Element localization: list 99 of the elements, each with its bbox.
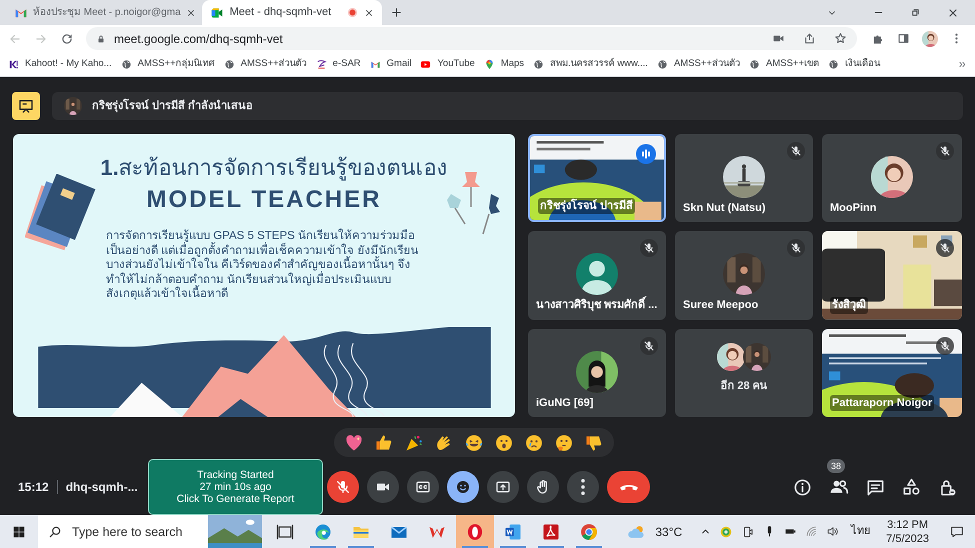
tray-app-icon[interactable]	[719, 524, 734, 538]
mic-off-button[interactable]	[327, 471, 359, 503]
play-icon	[420, 58, 432, 70]
present-screen-icon	[495, 479, 511, 495]
participant-name: นางสาวศิริบุช พรมศักดิ์ ...	[536, 297, 658, 314]
address-bar[interactable]: meet.google.com/dhq-sqmh-vet	[86, 27, 857, 50]
globe-icon	[828, 58, 840, 70]
more-bookmarks-icon[interactable]	[958, 60, 967, 68]
share-icon[interactable]	[803, 32, 816, 45]
thumbs-up-icon[interactable]	[374, 432, 394, 452]
globe-icon	[120, 58, 132, 70]
close-icon[interactable]	[947, 6, 959, 18]
presenter-text: กริชรุ่งโรจน์ ปารมีสี กำลังนำเสนอ	[92, 98, 254, 114]
reactions-button[interactable]	[447, 471, 479, 503]
search-icon	[48, 524, 62, 538]
chat-icon[interactable]	[866, 478, 885, 496]
globe-icon	[656, 58, 668, 70]
document-icon	[541, 522, 561, 542]
captions-icon	[415, 479, 431, 495]
bookmark[interactable]: AMSS++ส่วนตัว	[224, 56, 307, 72]
bookmark[interactable]: Maps	[484, 56, 524, 72]
close-icon[interactable]	[186, 8, 196, 18]
tracking-report-button[interactable]: Tracking Started 27 min 10s ago Click To Generate Report	[148, 459, 323, 515]
participant-name: Skn Nut (Natsu)	[683, 200, 766, 216]
meeting-code: dhq-sqmh-...	[66, 479, 138, 496]
more-icon	[581, 479, 585, 495]
document-icon	[503, 522, 523, 542]
presenting-icon[interactable]	[12, 92, 40, 120]
bookmark[interactable]: e-SAR	[316, 56, 361, 72]
shapes-icon[interactable]	[902, 478, 921, 496]
camera-button[interactable]	[367, 471, 399, 503]
bookmark[interactable]: AMSS++ส่วนตัว	[656, 56, 740, 72]
url-text: meet.google.com/dhq-sqmh-vet	[114, 30, 284, 48]
browser-tab[interactable]: Meet - dhq-sqmh-vet	[202, 0, 382, 25]
tab-title: ห้องประชุม Meet - p.noigor@gma	[33, 6, 181, 20]
map-pin-icon	[484, 58, 495, 70]
reload-icon[interactable]	[60, 32, 74, 46]
laughing-face-icon[interactable]	[464, 432, 484, 452]
restore-icon[interactable]	[910, 7, 921, 18]
bookmark[interactable]: สพม.นครสวรรค์ www....	[533, 56, 648, 72]
bookmark[interactable]: Kahoot! - My Kaho...	[8, 56, 112, 72]
ring-icon	[465, 522, 485, 542]
swoosh-icon	[316, 58, 327, 70]
volume-icon[interactable]	[826, 525, 840, 538]
slide-subtitle: MODEL TEACHER	[146, 186, 382, 214]
taskbar-app[interactable]	[456, 515, 494, 548]
mic-off-icon	[335, 479, 351, 495]
participant-name: Pattaraporn Noigor	[830, 394, 934, 411]
lock-icon[interactable]	[938, 478, 957, 496]
clock-date[interactable]: 7/5/2023	[886, 532, 929, 546]
bookmark[interactable]: AMSS++เขต	[748, 56, 820, 72]
globe-icon	[533, 58, 544, 70]
bookmark[interactable]: AMSS++กลุ่มนิเทศ	[120, 56, 215, 72]
heart-icon[interactable]	[344, 432, 364, 452]
windows-start-icon[interactable]	[12, 524, 26, 538]
camera-icon	[210, 6, 224, 20]
side-panel-icon[interactable]	[897, 32, 910, 45]
leave-call-button[interactable]	[607, 471, 650, 503]
globe-icon	[748, 58, 760, 70]
more-options-button[interactable]	[567, 471, 599, 503]
close-icon[interactable]	[364, 8, 374, 18]
bookmark[interactable]: เงินเดือน	[828, 56, 880, 72]
participant-name: อีก 28 คน	[719, 378, 769, 394]
raise-hand-button[interactable]	[527, 471, 559, 503]
kahoot-icon	[8, 58, 19, 70]
person-avatar-icon	[576, 253, 618, 296]
meeting-time: 15:12	[18, 479, 49, 496]
participant-name: กริชรุ่งโรจน์ ปารมีสี	[538, 198, 636, 214]
thinking-face-icon[interactable]	[554, 432, 574, 452]
lock-icon	[96, 34, 106, 44]
search-field[interactable]: Type here to search	[72, 515, 208, 548]
smiley-icon	[455, 479, 471, 495]
chrome-icon	[579, 522, 599, 542]
bookmark[interactable]: YouTube	[420, 56, 475, 72]
browser-tab[interactable]: ห้องประชุม Meet - p.noigor@gma	[8, 0, 202, 25]
clock-time[interactable]: 3:12 PM	[887, 518, 928, 532]
phone-icon	[620, 484, 638, 490]
participant-name: iGuNG [69]	[536, 396, 594, 410]
tab-title: Meet - dhq-sqmh-vet	[230, 5, 332, 20]
surprised-face-icon[interactable]	[494, 432, 514, 452]
globe-icon	[224, 58, 235, 70]
slide-title: 1.สะท้อนการจัดการเรียนรู้ของตนเอง	[100, 154, 448, 183]
new-tab-icon[interactable]	[390, 6, 404, 19]
language-indicator[interactable]: ไทย	[851, 523, 870, 540]
participant-name: MooPinn	[830, 200, 876, 216]
participant-name: รังสิวุฒิ	[830, 297, 868, 314]
bookmark[interactable]: Gmail	[370, 56, 412, 72]
info-icon[interactable]	[793, 478, 812, 496]
edge-icon	[313, 522, 333, 542]
captions-button[interactable]	[407, 471, 439, 503]
slide-body: การจัดการเรียนรู้แบบ GPAS 5 STEPS นักเรียนให้ความร่วมมือ เป็นอย่างดี แต่เมื่อถูกตั้งคำถามเพื่อเช็คความเข้าใจ ยังมีนักเรียน บางส่วนยังไม่เข้าใจใน คีเวิร์ดของคำสำคัญของเนื้อหานั้นๆ จึง ทำให้ไม่กล้าตอบคำถาม นักเรียนส่วนใหญ่เมื่อประเมินแบบ สังเกตุแล้วเข้าใจเนื้อหาดี	[106, 229, 418, 302]
wifi-icon[interactable]	[805, 525, 818, 538]
present-button[interactable]	[487, 471, 519, 503]
participant-name: Suree Meepoo	[683, 298, 758, 314]
star-icon[interactable]	[834, 32, 847, 45]
participant-count-badge: 38	[827, 459, 846, 473]
temperature-text: 33°C	[655, 524, 682, 540]
tray-camera-icon[interactable]	[741, 524, 756, 538]
crying-face-icon[interactable]	[524, 432, 544, 452]
